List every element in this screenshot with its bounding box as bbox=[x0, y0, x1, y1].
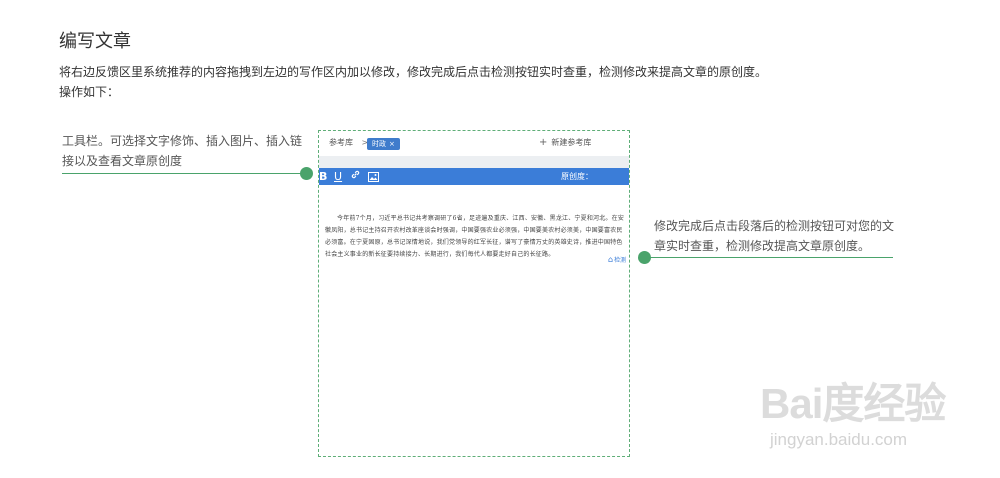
image-icon[interactable] bbox=[368, 171, 379, 186]
ref-library[interactable]: 参考库 > bbox=[329, 137, 368, 148]
link-icon[interactable] bbox=[350, 169, 361, 184]
image-svg bbox=[368, 172, 379, 182]
link-svg bbox=[351, 170, 360, 179]
new-ref-library-button[interactable]: + 新建参考库 bbox=[539, 137, 591, 148]
ref-tag-label: 时政 bbox=[372, 140, 386, 148]
editor-toolbar: B U 原创度： bbox=[319, 168, 629, 185]
underline-button[interactable]: U bbox=[334, 169, 342, 184]
watermark-sub: jingyan.baidu.com bbox=[770, 430, 908, 449]
watermark-main: Bai度经验 bbox=[760, 380, 946, 427]
page-description: 将右边反馈区里系统推荐的内容拖拽到左边的写作区内加以修改，修改完成后点击检测按钮… bbox=[59, 65, 768, 79]
steps-label: 操作如下： bbox=[59, 85, 120, 99]
check-annotation: 修改完成后点击段落后的检测按钮可对您的文章实时查重，检测修改提高文章原创度。 bbox=[654, 219, 895, 253]
home-check-icon: ⌂ bbox=[608, 255, 614, 264]
originality-label: 原创度： bbox=[561, 172, 593, 181]
baidu-watermark-logo: Bai度经验 jingyan.baidu.com bbox=[760, 370, 946, 449]
close-icon[interactable]: × bbox=[389, 140, 395, 148]
editor-screenshot: 参考库 > 时政 × + 新建参考库 B U 原创度： 今年前7个月，习近平总书记共… bbox=[318, 130, 630, 457]
check-button-label: 检测 bbox=[614, 257, 627, 264]
annotation-dot-right bbox=[638, 251, 651, 264]
editor-divider bbox=[319, 156, 629, 168]
toolbar-annotation: 工具栏。可选择文字修饰、插入图片、插入链接以及查看文章原创度 bbox=[62, 134, 303, 168]
new-ref-label: 新建参考库 bbox=[551, 138, 592, 147]
annotation-dot-left bbox=[300, 167, 313, 180]
annotation-line-right bbox=[644, 257, 893, 258]
annotation-line-left bbox=[62, 173, 306, 174]
ref-library-label: 参考库 bbox=[329, 138, 353, 147]
article-body[interactable]: 今年前7个月，习近平总书记共考察调研了6省，足迹遍及重庆、江西、安徽、黑龙江、宁… bbox=[325, 213, 625, 261]
page-title: 编写文章 bbox=[59, 31, 131, 52]
plus-icon: + bbox=[539, 137, 548, 148]
check-button[interactable]: ⌂检测 bbox=[608, 255, 626, 264]
bold-button[interactable]: B bbox=[319, 169, 327, 184]
ref-tag[interactable]: 时政 × bbox=[367, 138, 400, 150]
